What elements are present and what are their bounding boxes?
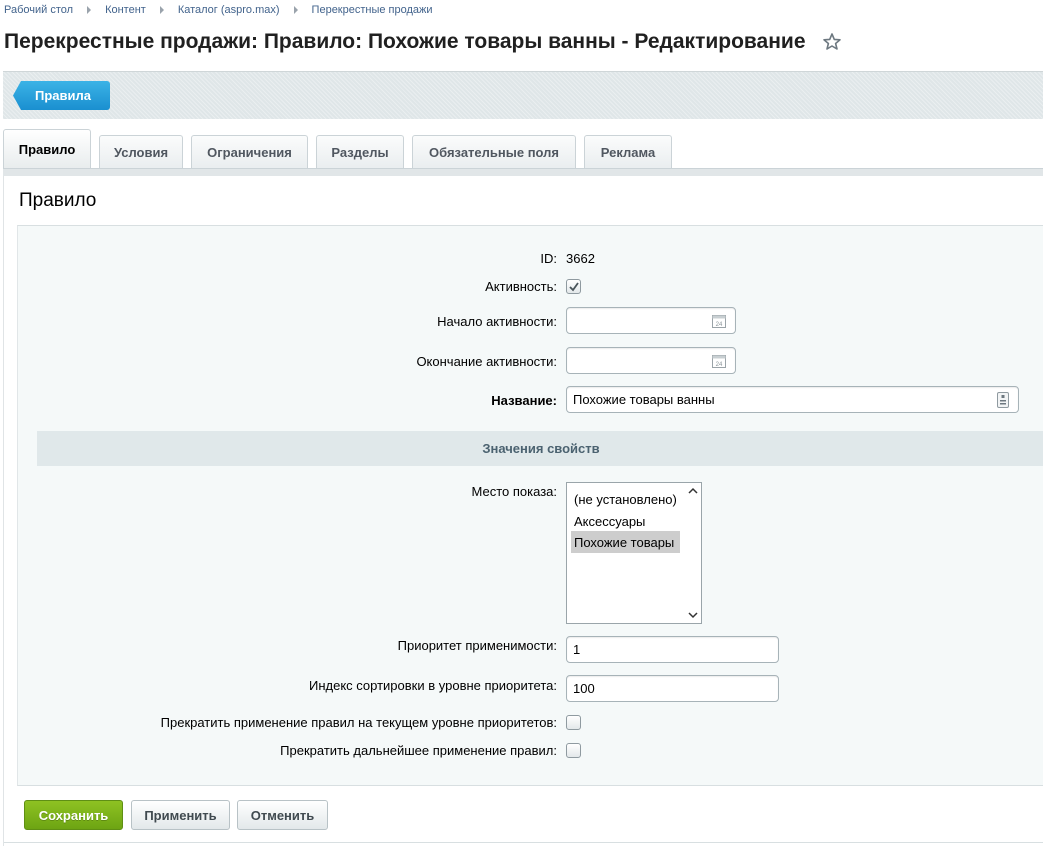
- tab-content: Правило ID: 3662 Активность: Начало акти…: [3, 176, 1043, 846]
- form-panel: ID: 3662 Активность: Начало активности: …: [17, 225, 1043, 786]
- breadcrumb-item-desktop[interactable]: Рабочий стол: [4, 4, 73, 16]
- calendar-icon[interactable]: 24: [711, 313, 727, 329]
- breadcrumb-separator-icon: [87, 6, 92, 14]
- rules-back-button[interactable]: Правила: [13, 81, 110, 110]
- place-label: Место показа:: [471, 484, 557, 499]
- tab-restrictions[interactable]: Ограничения: [191, 135, 308, 169]
- priority-value: 1: [573, 642, 581, 657]
- star-icon[interactable]: [822, 32, 842, 52]
- svg-text:24: 24: [716, 362, 723, 368]
- toolbar: Правила: [3, 71, 1043, 119]
- name-value: Похожие товары ванны: [573, 392, 715, 407]
- start-label: Начало активности:: [437, 314, 557, 329]
- place-option-none[interactable]: (не установлено): [571, 488, 680, 510]
- stop-level-label: Прекратить применение правил на текущем …: [160, 715, 557, 730]
- place-option-accessories[interactable]: Аксессуары: [571, 510, 680, 532]
- svg-text:24: 24: [716, 322, 723, 328]
- save-button[interactable]: Сохранить: [24, 800, 123, 830]
- tab-advertising[interactable]: Реклама: [584, 135, 672, 169]
- tab-required-fields[interactable]: Обязательные поля: [412, 135, 576, 169]
- apply-button[interactable]: Применить: [131, 800, 230, 830]
- cancel-button[interactable]: Отменить: [237, 800, 328, 830]
- tab-bar: Правило Условия Ограничения Разделы Обяз…: [3, 128, 680, 169]
- stop-level-checkbox[interactable]: [566, 715, 581, 730]
- place-listbox[interactable]: (не установлено) Аксессуары Похожие това…: [566, 482, 702, 624]
- breadcrumb-separator-icon: [293, 6, 298, 14]
- scroll-up-icon: [688, 487, 698, 494]
- breadcrumb-separator-icon: [159, 6, 164, 14]
- name-input[interactable]: Похожие товары ванны: [566, 386, 1019, 413]
- listbox-scrollbar[interactable]: [685, 483, 701, 623]
- calendar-icon[interactable]: 24: [711, 353, 727, 369]
- checkmark-icon: [569, 282, 579, 292]
- id-value: 3662: [566, 251, 595, 266]
- place-option-similar[interactable]: Похожие товары: [571, 531, 680, 553]
- breadcrumb-item-cross-sales[interactable]: Перекрестные продажи: [312, 4, 433, 16]
- breadcrumb-item-catalog[interactable]: Каталог (aspro.max): [178, 4, 280, 16]
- sort-label: Индекс сортировки в уровне приоритета:: [308, 678, 557, 693]
- translit-icon[interactable]: [997, 392, 1009, 408]
- property-values-header: Значения свойств: [37, 431, 1043, 466]
- priority-input[interactable]: 1: [566, 636, 779, 663]
- scroll-down-icon: [688, 612, 698, 619]
- breadcrumb-item-content[interactable]: Контент: [105, 4, 146, 16]
- tabs-divider: [3, 168, 1043, 176]
- stop-all-label: Прекратить дальнейшее применение правил:: [280, 743, 557, 758]
- start-date-input[interactable]: 24: [566, 307, 736, 334]
- name-label: Название:: [491, 393, 557, 408]
- priority-label: Приоритет применимости:: [397, 638, 557, 653]
- footer-divider: [4, 842, 1043, 843]
- sort-value: 100: [573, 681, 595, 696]
- tab-conditions[interactable]: Условия: [99, 135, 183, 169]
- active-label: Активность:: [485, 279, 557, 294]
- page-title: Перекрестные продажи: Правило: Похожие т…: [4, 30, 806, 53]
- section-title: Правило: [19, 190, 97, 211]
- end-label: Окончание активности:: [416, 354, 557, 369]
- page-title-row: Перекрестные продажи: Правило: Похожие т…: [4, 30, 842, 54]
- active-checkbox[interactable]: [566, 279, 581, 294]
- tab-sections[interactable]: Разделы: [316, 135, 404, 169]
- id-label: ID:: [540, 251, 557, 266]
- end-date-input[interactable]: 24: [566, 347, 736, 374]
- tab-rule[interactable]: Правило: [3, 129, 91, 169]
- sort-input[interactable]: 100: [566, 675, 779, 702]
- stop-all-checkbox[interactable]: [566, 743, 581, 758]
- breadcrumb: Рабочий стол Контент Каталог (aspro.max)…: [4, 2, 433, 18]
